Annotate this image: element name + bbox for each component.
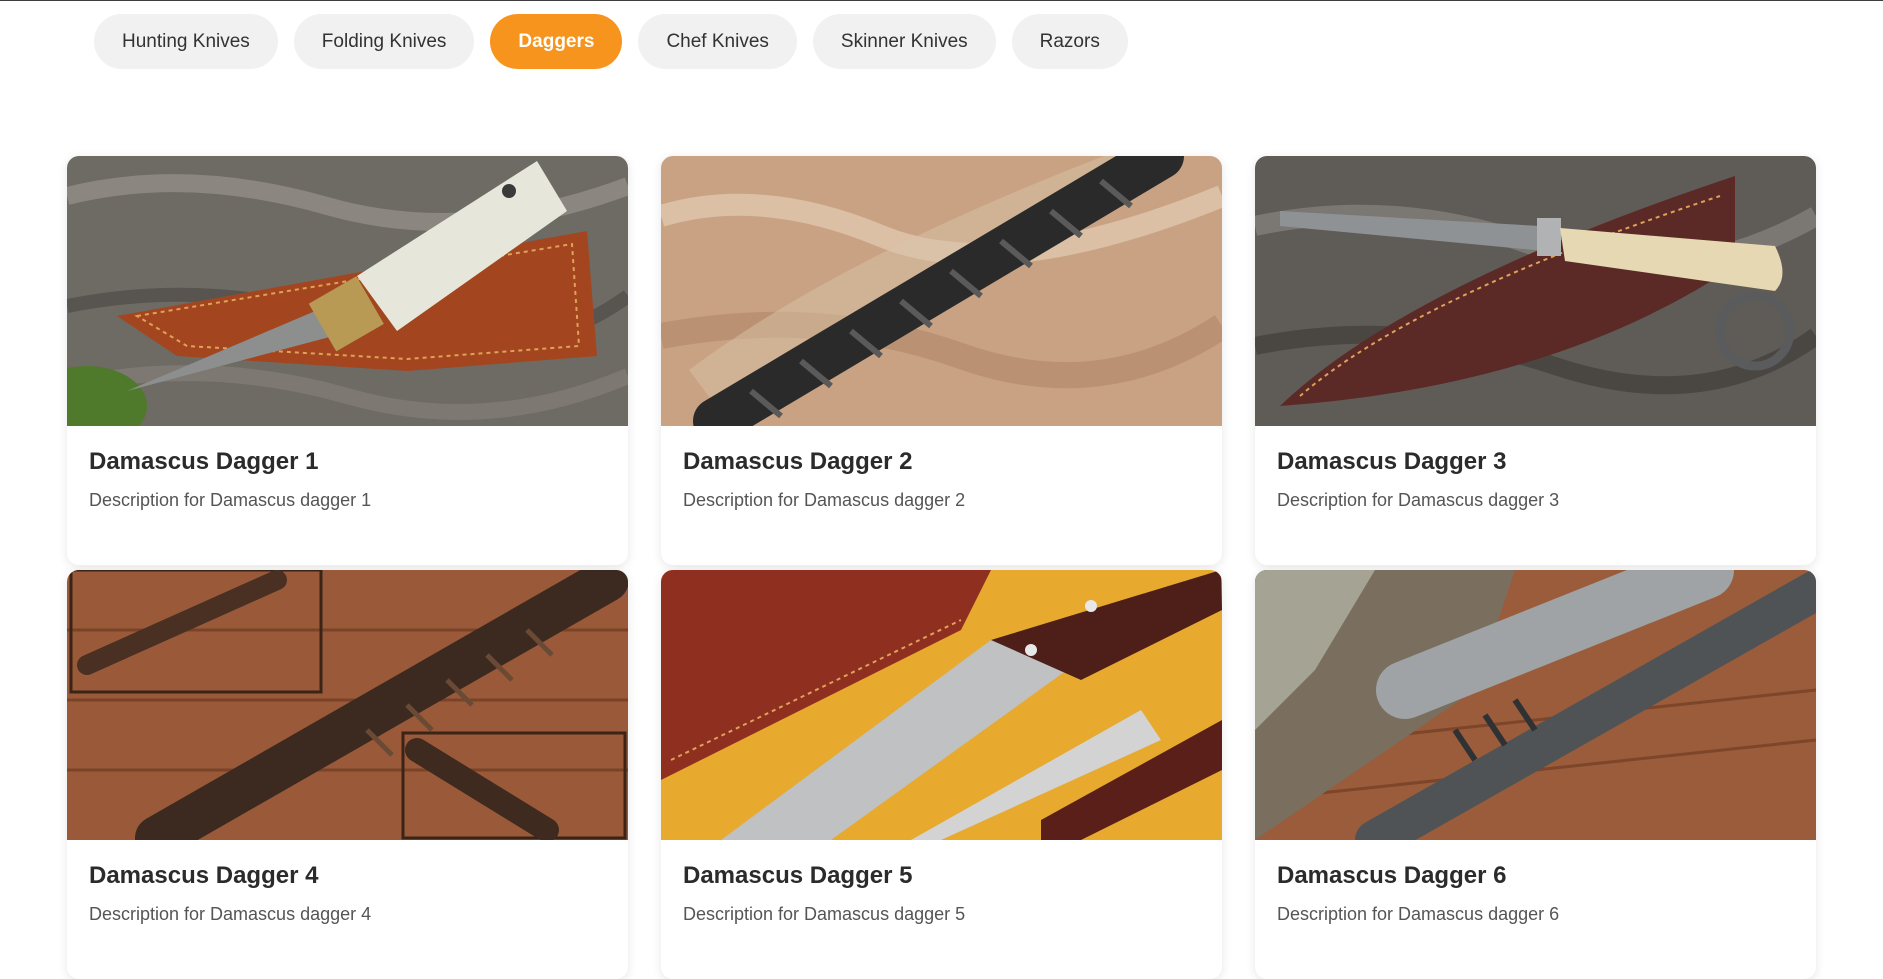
product-description: Description for Damascus dagger 1 <box>89 490 372 510</box>
product-description: Description for Damascus dagger 5 <box>683 904 966 924</box>
product-card[interactable]: Damascus Dagger 3 Description for Damasc… <box>1255 156 1816 565</box>
product-title[interactable]: Damascus Dagger 4 <box>89 862 606 890</box>
category-tabs: Hunting Knives Folding Knives Daggers Ch… <box>94 14 1128 69</box>
product-image[interactable] <box>1255 156 1816 426</box>
product-card[interactable]: Damascus Dagger 4 Description for Damasc… <box>67 570 628 979</box>
product-description: Description for Damascus dagger 6 <box>1277 904 1560 924</box>
product-title[interactable]: Damascus Dagger 1 <box>89 448 606 476</box>
tab-skinner-knives[interactable]: Skinner Knives <box>812 14 996 69</box>
product-description: Description for Damascus dagger 4 <box>89 904 372 924</box>
product-card[interactable]: Damascus Dagger 1 Description for Damasc… <box>67 156 628 565</box>
product-card[interactable]: Damascus Dagger 5 Description for Damasc… <box>661 570 1222 979</box>
product-title[interactable]: Damascus Dagger 6 <box>1277 862 1794 890</box>
tab-hunting-knives[interactable]: Hunting Knives <box>94 14 278 69</box>
product-card[interactable]: Damascus Dagger 2 Description for Damasc… <box>661 156 1222 565</box>
product-card[interactable]: Damascus Dagger 6 Description for Damasc… <box>1255 570 1816 979</box>
product-description: Description for Damascus dagger 2 <box>683 490 966 510</box>
tab-daggers[interactable]: Daggers <box>490 14 623 69</box>
product-image[interactable] <box>661 570 1222 840</box>
product-image[interactable] <box>67 570 628 840</box>
tab-razors[interactable]: Razors <box>1011 14 1128 69</box>
product-title[interactable]: Damascus Dagger 2 <box>683 448 1200 476</box>
tab-chef-knives[interactable]: Chef Knives <box>638 14 797 69</box>
tab-folding-knives[interactable]: Folding Knives <box>293 14 475 69</box>
product-image[interactable] <box>661 156 1222 426</box>
product-title[interactable]: Damascus Dagger 3 <box>1277 448 1794 476</box>
top-divider <box>0 0 1883 1</box>
product-description: Description for Damascus dagger 3 <box>1277 490 1560 510</box>
product-grid: Damascus Dagger 1 Description for Damasc… <box>67 156 1816 979</box>
product-image[interactable] <box>1255 570 1816 840</box>
product-image[interactable] <box>67 156 628 426</box>
product-title[interactable]: Damascus Dagger 5 <box>683 862 1200 890</box>
